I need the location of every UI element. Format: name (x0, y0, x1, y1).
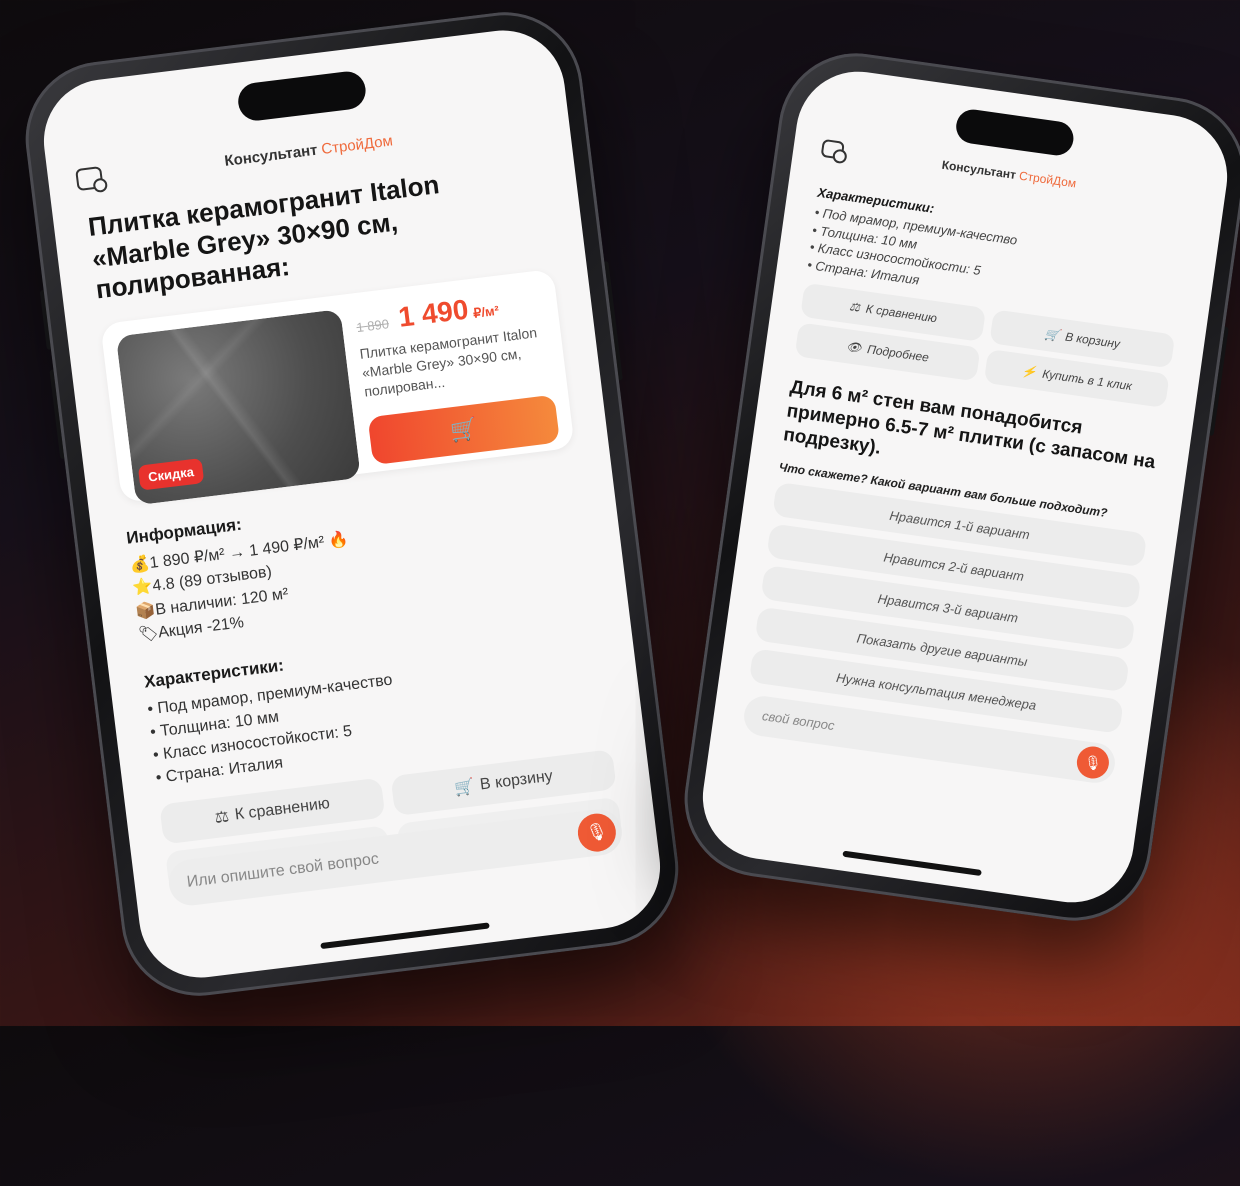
cart-icon: 🛒 (453, 777, 476, 798)
lightning-icon: ⚡ (1020, 364, 1038, 380)
phone-right: Консультант СтройДом Характеристики: • П… (674, 43, 1240, 931)
microphone-button[interactable]: 🎙 (1074, 744, 1111, 781)
microphone-icon: 🎙 (584, 821, 609, 843)
scales-icon: ⚖ (848, 299, 861, 315)
sale-badge: Скидка (137, 458, 205, 491)
price-unit: ₽/м² (472, 302, 500, 321)
cart-icon: 🛒 (448, 415, 479, 444)
tag-icon: 🏷 (137, 624, 160, 644)
brand-name: СтройДом (1018, 168, 1078, 191)
new-price: 1 490 (396, 293, 471, 333)
home-indicator (842, 850, 982, 877)
brand-name: СтройДом (320, 132, 394, 159)
product-image[interactable]: Скидка (115, 309, 361, 506)
dynamic-island (236, 69, 368, 123)
old-price: 1 890 (355, 316, 390, 336)
microphone-button[interactable]: 🎙 (575, 811, 619, 854)
home-indicator (320, 922, 490, 950)
star-icon: ⭐ (131, 578, 154, 598)
dynamic-island (954, 107, 1076, 158)
input-placeholder: свой вопрос (761, 708, 836, 734)
microphone-icon: 🎙 (1082, 753, 1103, 772)
product-card[interactable]: Скидка 1 890 1 490 ₽/м² Плитка керамогра… (100, 268, 575, 506)
input-placeholder: Или опишите свой вопрос (185, 850, 380, 891)
package-icon: 📦 (134, 601, 157, 621)
chat-screen: Консультант СтройДом Плитка керамогранит… (36, 23, 668, 985)
scales-icon: ⚖ (213, 808, 231, 827)
phone-left: Консультант СтройДом Плитка керамогранит… (16, 3, 688, 1005)
cart-icon: 🛒 (1043, 326, 1061, 343)
money-bag-icon: 💰 (128, 555, 151, 575)
add-to-cart-button[interactable]: 🛒 (367, 394, 560, 465)
eye-icon: 👁 (845, 339, 863, 356)
